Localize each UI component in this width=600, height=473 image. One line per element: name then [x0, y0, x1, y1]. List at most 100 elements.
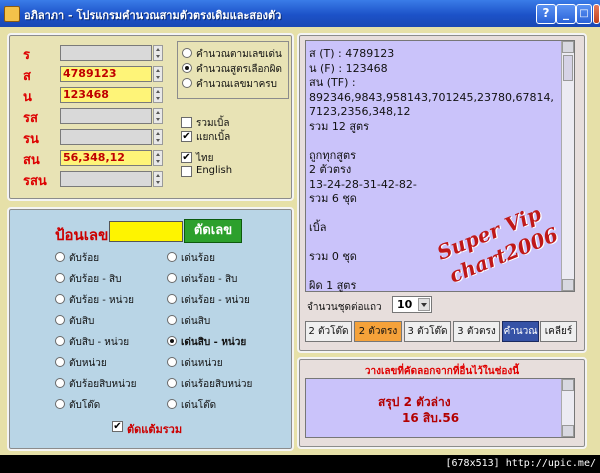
- field-spinner[interactable]: [153, 171, 163, 187]
- option-checkbox[interactable]: ✔: [181, 152, 192, 163]
- field-input[interactable]: [60, 129, 152, 145]
- mode-radio[interactable]: [182, 48, 192, 58]
- paste-panel: วางเลขที่คัดลอกจากที่อื่นไว้ในช่องนี้ สร…: [297, 357, 587, 449]
- filter-option-label: เด่นร้อยสิบหน่วย: [181, 379, 253, 390]
- result-tab-button[interactable]: 2 ตัวตรง: [354, 321, 402, 342]
- filter-option-label: เด่นร้อย - สิบ: [181, 274, 238, 285]
- filter-radio[interactable]: [55, 294, 65, 304]
- output-line: รวม 6 ชุด: [309, 192, 357, 205]
- field-input[interactable]: 123468: [60, 87, 152, 103]
- field-input[interactable]: 56,348,12: [60, 150, 152, 166]
- per-line-select[interactable]: 10: [392, 296, 432, 313]
- filter-radio[interactable]: [55, 399, 65, 409]
- result-tab-button[interactable]: 3 ตัวตรง: [453, 321, 500, 342]
- filter-option-label: ตับร้อย - สิบ: [69, 274, 122, 285]
- output-line: ส (T) : 4789123: [309, 47, 395, 60]
- enter-number-input[interactable]: [109, 221, 183, 242]
- output-panel: ส (T) : 4789123 น (F) : 123468 สน (TF) :89…: [297, 33, 587, 353]
- filter-radio[interactable]: [55, 252, 65, 262]
- result-tab-button[interactable]: 3 ตัวโต๊ด: [404, 321, 451, 342]
- output-scrollbar[interactable]: [561, 41, 574, 291]
- result-tab-button[interactable]: คำนวณ: [502, 321, 539, 342]
- field-spinner[interactable]: [153, 108, 163, 124]
- filter-panel: ป้อนเลข ตัดเลข ตับร้อย ตับร้อย - สิบ ตับร้…: [7, 207, 294, 451]
- filter-radio[interactable]: [167, 315, 177, 325]
- result-tab-button[interactable]: 2 ตัวโต๊ด: [305, 321, 352, 342]
- output-line: 13-24-28-31-42-82-: [309, 177, 417, 191]
- filter-radio[interactable]: [55, 273, 65, 283]
- credit-text: [678x513] http://upic.me/: [445, 458, 596, 469]
- field-label: น: [23, 90, 32, 105]
- filter-radio[interactable]: [167, 273, 177, 283]
- field-label: รน: [23, 132, 39, 147]
- field-label: ร: [23, 48, 30, 63]
- paste-scrollbar[interactable]: [561, 379, 574, 437]
- filter-option-label: เด่นหน่วย: [181, 358, 223, 369]
- option-checkbox-label: ไทย: [196, 153, 214, 164]
- credit-bar: [678x513] http://upic.me/: [0, 455, 600, 473]
- output-line: รวม 12 สูตร: [309, 119, 370, 133]
- output-textarea[interactable]: ส (T) : 4789123 น (F) : 123468 สน (TF) :89…: [305, 40, 575, 292]
- field-input[interactable]: [60, 171, 152, 187]
- close-button[interactable]: ×: [593, 4, 600, 24]
- option-checkbox[interactable]: [181, 166, 192, 177]
- filter-option-label: ตับหน่วย: [69, 358, 107, 369]
- maximize-button[interactable]: □: [576, 4, 592, 24]
- output-line: ถูกทุกสูตร: [309, 148, 356, 162]
- field-spinner[interactable]: [153, 87, 163, 103]
- mode-option-group: คำนวณตามเลขเด่น คำนวณสูตรเลือกผิด คำนวณเลข…: [177, 41, 289, 99]
- field-spinner[interactable]: [153, 45, 163, 61]
- scroll-up-icon[interactable]: [562, 379, 574, 391]
- field-label: ส: [23, 69, 31, 84]
- cut-number-button[interactable]: ตัดเลข: [184, 219, 242, 243]
- input-panel: รส 4789123 น 123468 รส รน สน 56,348,12 รสน คำนวณ…: [7, 33, 294, 201]
- help-button[interactable]: ?: [536, 4, 556, 24]
- filter-option-label: เด่นโต๊ด: [181, 400, 217, 411]
- field-label: สน: [23, 153, 40, 168]
- output-line: น (F) : 123468: [309, 61, 388, 75]
- filter-radio[interactable]: [167, 252, 177, 262]
- option-checkbox-label: รวมเบิ้ล: [196, 118, 230, 129]
- filter-option-label: เด่นร้อย - หน่วย: [181, 295, 250, 306]
- paste-panel-title: วางเลขที่คัดลอกจากที่อื่นไว้ในช่องนี้: [364, 366, 520, 377]
- filter-radio[interactable]: [55, 357, 65, 367]
- paste-textarea[interactable]: สรุป 2 ตัวล่าง 16 สิบ.56: [305, 378, 575, 438]
- field-input[interactable]: 4789123: [60, 66, 152, 82]
- total-cut-checkbox[interactable]: ✔: [112, 421, 123, 432]
- title-bar[interactable]: อภิลาภา - โปรแกรมคำนวณสามตัวตรงเดิมและสอ…: [0, 0, 600, 27]
- filter-radio[interactable]: [167, 399, 177, 409]
- filter-radio[interactable]: [167, 336, 177, 346]
- field-label: รส: [23, 111, 38, 126]
- mode-radio[interactable]: [182, 63, 192, 73]
- filter-radio[interactable]: [167, 378, 177, 388]
- scroll-down-icon[interactable]: [562, 279, 574, 291]
- mode-radio[interactable]: [182, 78, 192, 88]
- total-cut-label: ตัดแต้มรวม: [127, 423, 183, 436]
- filter-radio[interactable]: [55, 378, 65, 388]
- field-input[interactable]: [60, 45, 152, 61]
- scroll-up-icon[interactable]: [562, 41, 574, 53]
- option-checkbox[interactable]: ✔: [181, 131, 192, 142]
- field-input[interactable]: [60, 108, 152, 124]
- output-line: 892346,9843,958143,701245,23780,67814,71…: [309, 90, 554, 119]
- field-spinner[interactable]: [153, 129, 163, 145]
- filter-radio[interactable]: [55, 315, 65, 325]
- field-spinner[interactable]: [153, 150, 163, 166]
- output-line: ผิด 1 สูตร: [309, 279, 357, 292]
- scroll-down-icon[interactable]: [562, 425, 574, 437]
- mode-option-label: คำนวณสูตรเลือกผิด: [196, 64, 282, 75]
- scroll-thumb[interactable]: [563, 55, 573, 81]
- filter-radio[interactable]: [55, 336, 65, 346]
- filter-radio[interactable]: [167, 294, 177, 304]
- filter-option-label: เด่นสิบ: [181, 316, 211, 327]
- option-checkbox-label: English: [196, 165, 233, 176]
- field-spinner[interactable]: [153, 66, 163, 82]
- chevron-down-icon[interactable]: [418, 298, 430, 311]
- filter-radio[interactable]: [167, 357, 177, 367]
- filter-option-label: เด่นร้อย: [181, 253, 215, 264]
- option-checkbox[interactable]: [181, 117, 192, 128]
- minimize-button[interactable]: _: [556, 4, 576, 24]
- result-tab-button[interactable]: เคลียร์: [540, 321, 577, 342]
- per-line-label: จำนวนชุดต่อแถว: [307, 302, 382, 313]
